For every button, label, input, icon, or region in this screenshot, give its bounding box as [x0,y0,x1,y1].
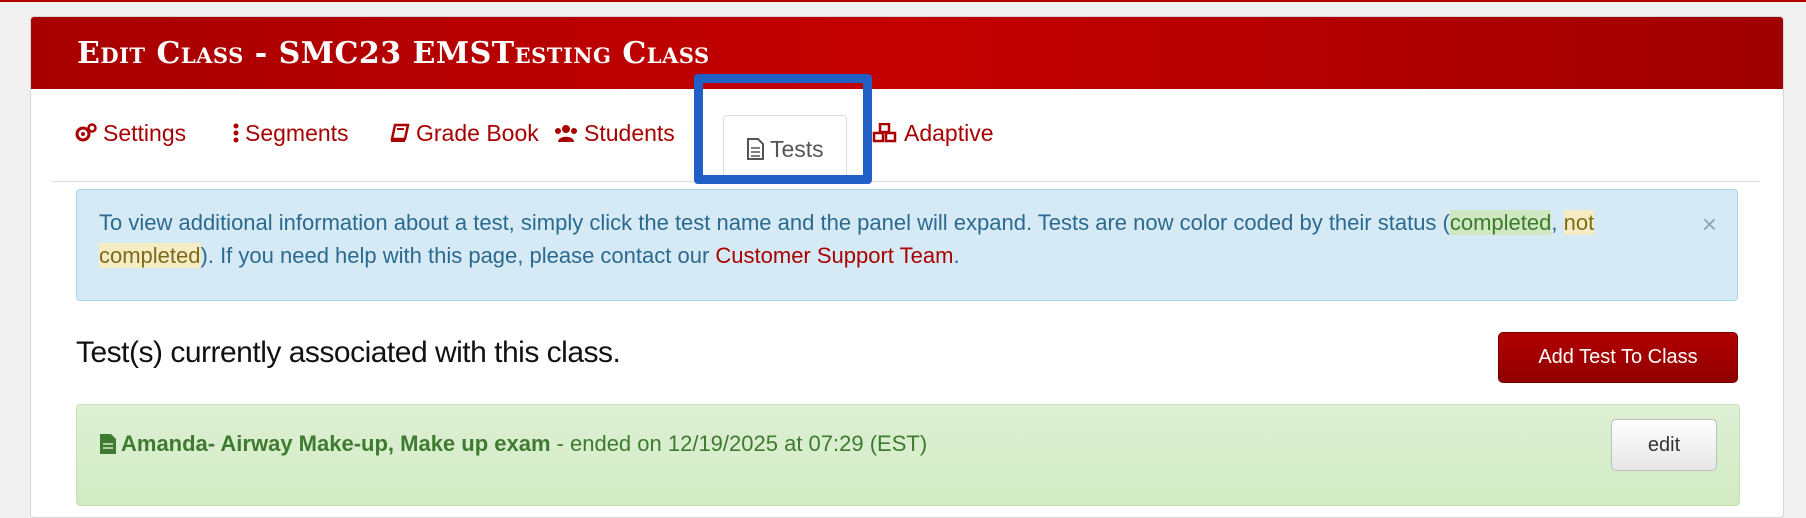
book-icon [390,123,410,142]
class-tabs: Settings Segments Grade Book Students Te… [52,88,1760,183]
page-title: Edit Class - SMC23 EMSTesting Class [77,35,710,71]
alert-separator: , [1551,210,1564,235]
tab-label: Grade Book [416,119,539,146]
users-icon [555,125,577,142]
alert-text: ). If you need help with this page, plea… [200,243,716,268]
edit-test-button[interactable]: edit [1611,419,1717,471]
test-line: Amanda- Airway Make-up, Make up exam - e… [99,431,927,457]
cubes-icon [872,123,897,143]
tab-label: Adaptive [904,119,994,146]
tab-adaptive[interactable]: Adaptive [872,100,994,166]
tab-students[interactable]: Students [554,100,675,166]
section-title: Test(s) currently associated with this c… [76,336,621,369]
customer-support-link[interactable]: Customer Support Team [715,243,953,268]
tab-label: Settings [103,119,187,146]
info-alert: To view additional information about a t… [76,189,1738,301]
gears-icon [75,123,97,142]
tab-tests[interactable]: Tests [723,115,847,183]
tab-grade-book[interactable]: Grade Book [390,100,539,166]
top-accent-line [0,0,1806,2]
tab-label: Segments [245,119,349,146]
panel-header: Edit Class - SMC23 EMSTesting Class [31,17,1783,89]
close-icon[interactable]: × [1702,208,1717,241]
tests-section-header: Test(s) currently associated with this c… [76,332,1738,383]
test-name-link[interactable]: Amanda- Airway Make-up, Make up exam [121,431,551,457]
test-status-text: - ended on 12/19/2025 at 07:29 (EST) [556,431,928,456]
tab-label: Students [584,119,675,146]
add-test-button[interactable]: Add Test To Class [1498,332,1738,383]
alert-text: . [953,243,960,268]
tab-label: Tests [770,135,824,162]
vertical-dots-icon [233,123,239,143]
alert-text: To view additional information about a t… [99,210,1450,235]
file-text-icon [747,138,764,160]
tab-settings[interactable]: Settings [75,100,186,166]
completed-legend: completed [1449,210,1552,235]
tab-segments[interactable]: Segments [233,100,349,166]
file-icon [100,434,116,454]
test-row: Amanda- Airway Make-up, Make up exam - e… [76,404,1740,506]
